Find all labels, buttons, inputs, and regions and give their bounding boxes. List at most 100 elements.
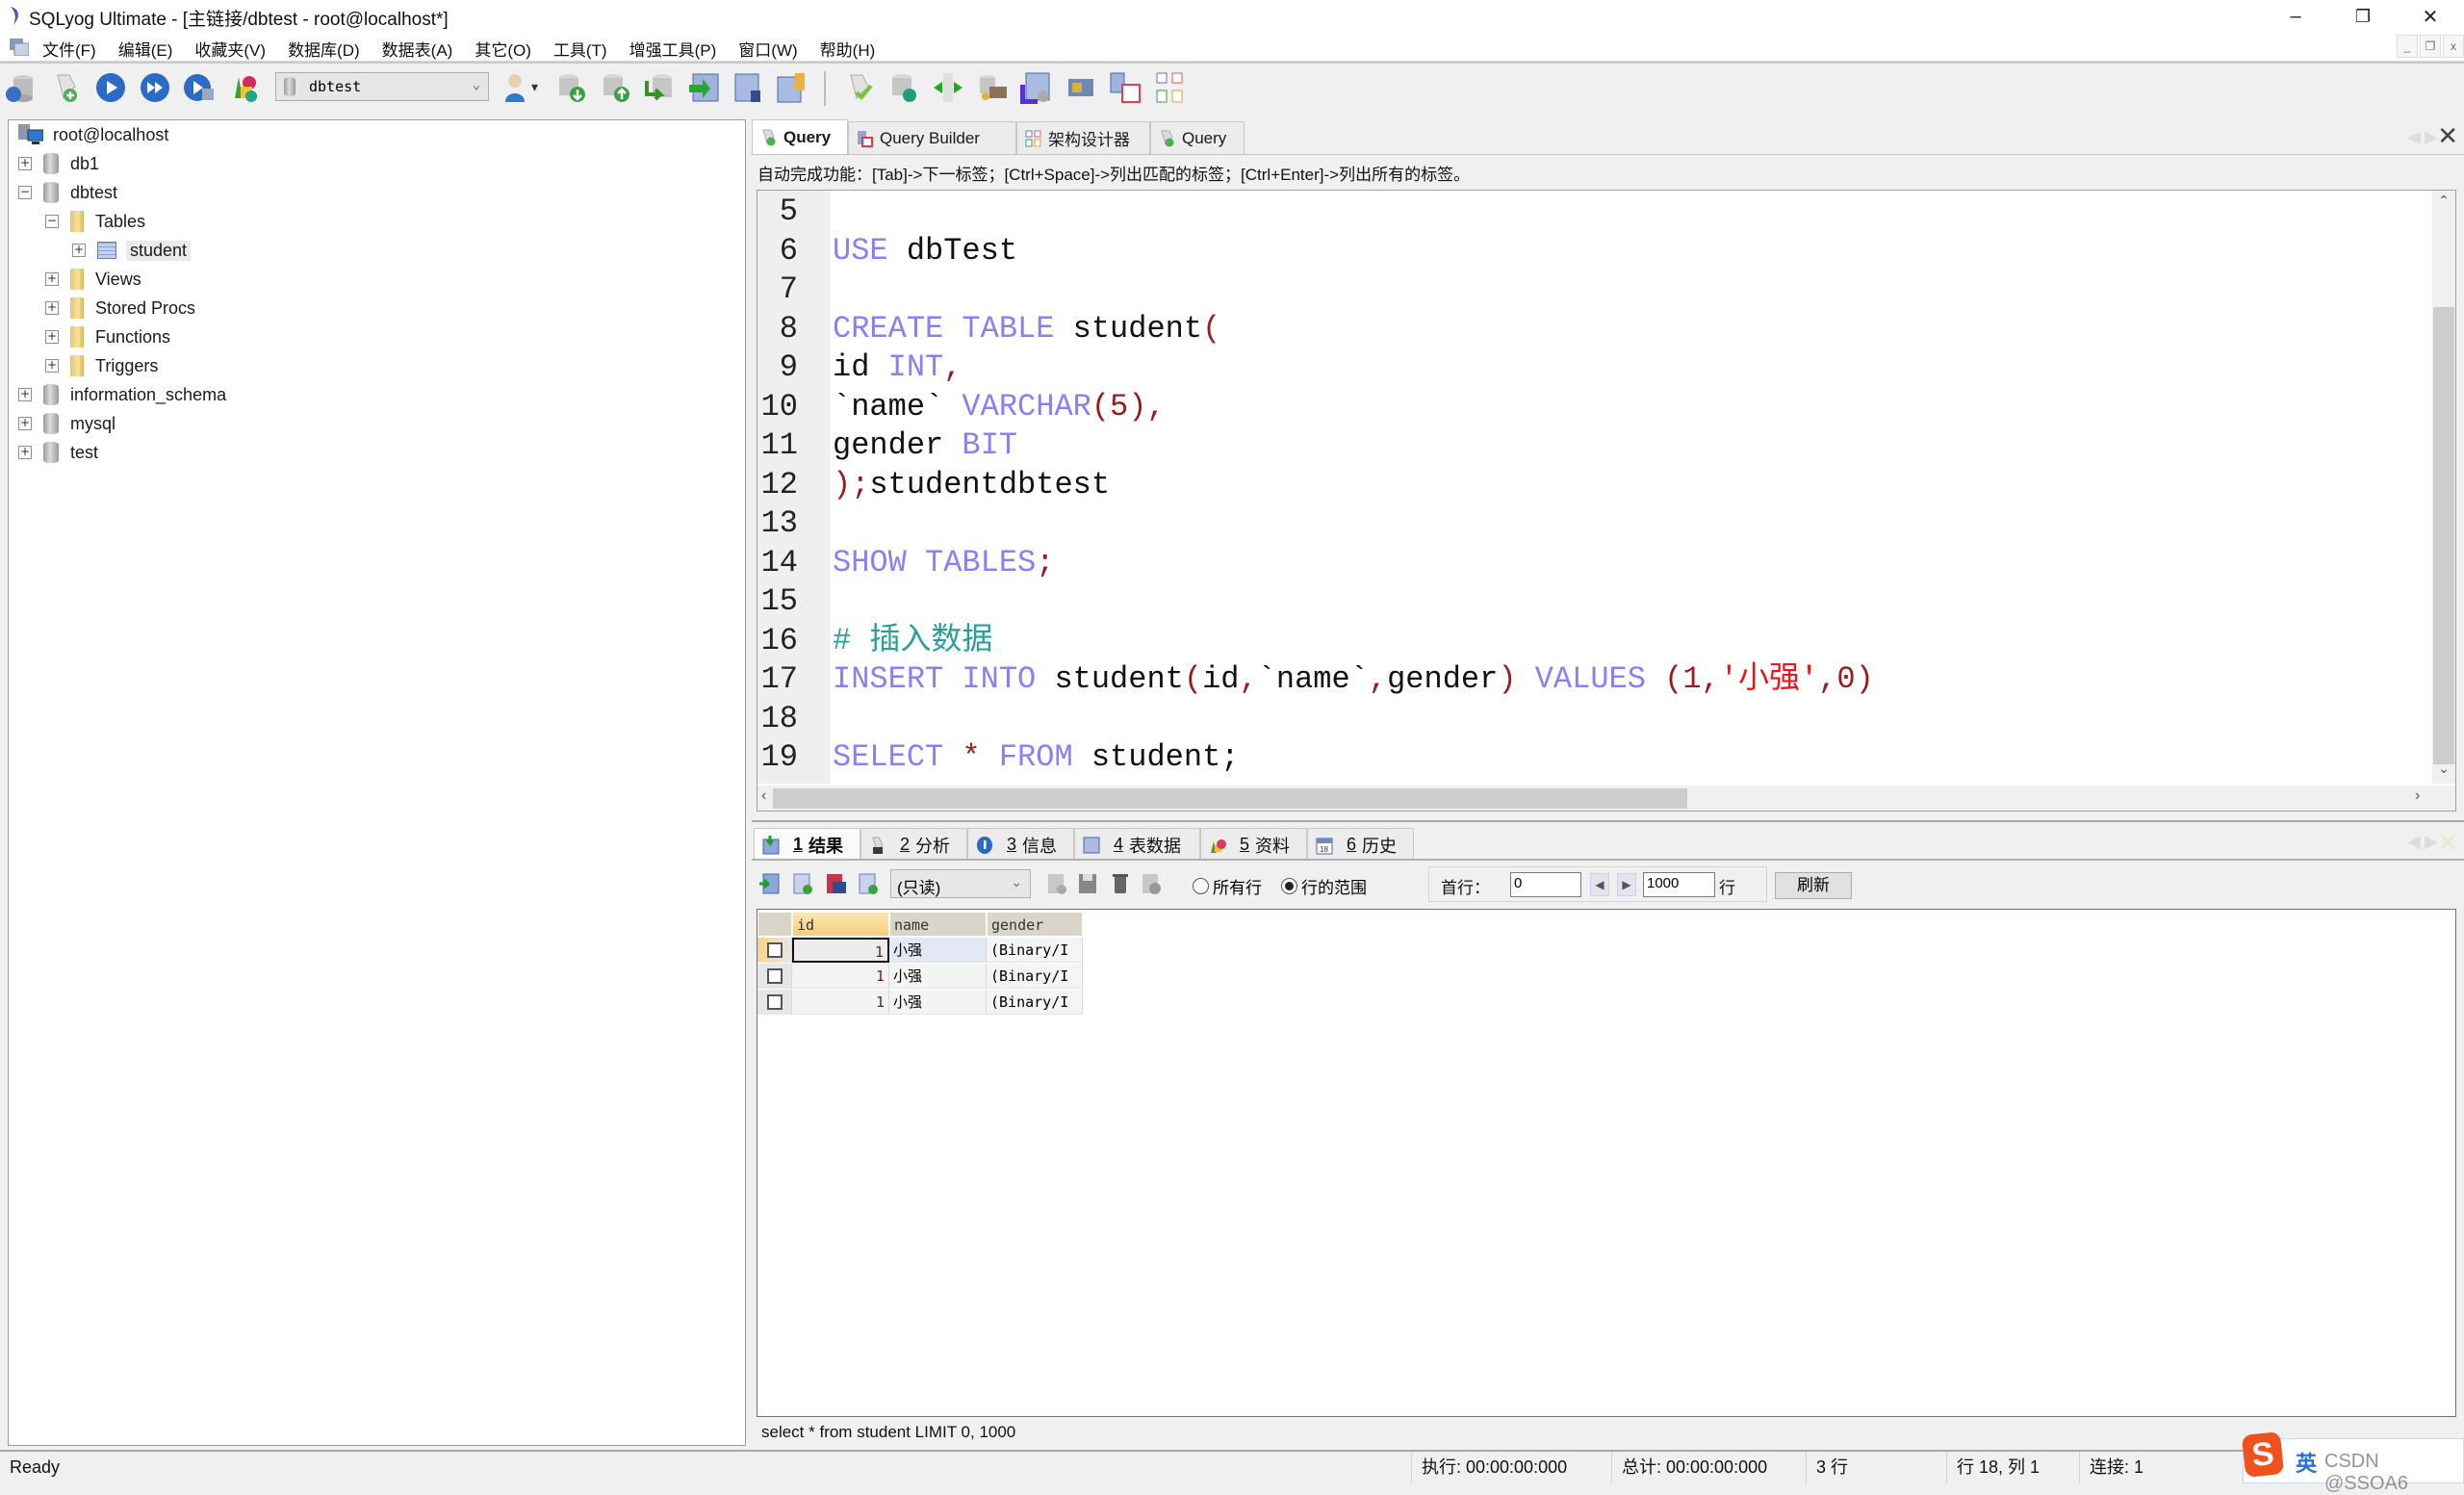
collapse-icon[interactable]: − [18,186,32,199]
tree-node-database[interactable]: + db1 [18,150,99,177]
save-changes-icon[interactable] [1077,872,1098,895]
tree-node-database[interactable]: + test [18,439,98,466]
tree-node-folder[interactable]: + Triggers [45,352,158,379]
table-data-icon[interactable] [732,71,764,104]
menu-help[interactable]: 帮助(H) [820,37,886,61]
row-selector[interactable] [757,938,792,963]
cell-name[interactable]: 小强 [889,938,987,963]
compare-icon[interactable] [932,71,964,104]
tab-scroll-left-icon[interactable]: ◀ [2407,832,2421,852]
code-line[interactable]: 19 SELECT * FROM student; [757,738,2432,778]
radio-all-rows[interactable]: 所有行 [1193,874,1262,898]
row-count-input[interactable]: 1000 [1643,872,1715,897]
code-line[interactable]: 15 [757,582,2432,622]
tree-node-folder[interactable]: + Functions [45,323,170,350]
restore-button[interactable]: ❐ [2329,0,2397,33]
code-line[interactable]: 11 gender BIT [757,426,2432,466]
column-header-id[interactable]: id [792,912,889,937]
new-query-icon[interactable] [50,71,83,104]
cell-name[interactable]: 小强 [889,964,987,989]
row-selector[interactable] [757,964,792,989]
tab-messages[interactable]: 3 信息 [967,828,1074,861]
scrollbar-thumb[interactable] [773,788,1687,809]
cell-gender[interactable]: (Binary/I [987,964,1083,989]
copy-db-icon[interactable] [976,71,1009,104]
tab-scroll-left-icon[interactable]: ◀ [2407,127,2421,147]
code-line[interactable]: 13 [757,504,2432,544]
copy-result-icon[interactable] [792,872,813,895]
scroll-right-icon[interactable]: › [2415,787,2420,805]
tab-schema-designer[interactable]: 架构设计器 [1016,121,1150,154]
expand-icon[interactable]: + [18,446,32,459]
code-line[interactable]: 18 [757,700,2432,739]
row-checkbox[interactable] [767,994,783,1010]
cell-id[interactable]: 1 [792,990,889,1015]
sql-editor[interactable]: 5 6 USE dbTest 7 8 CREATE TABLE student(9 id I… [757,190,2456,812]
execute-edit-icon[interactable] [183,71,216,104]
cell-gender[interactable]: (Binary/I [987,990,1083,1015]
code-line[interactable]: 5 [757,193,2432,232]
scrollbar-thumb[interactable] [2433,307,2454,764]
menu-powertools[interactable]: 增强工具(P) [629,37,728,61]
database-select[interactable]: dbtest ⌄ [275,72,489,101]
code-line[interactable]: 14 SHOW TABLES; [757,544,2432,583]
cell-gender[interactable]: (Binary/I [987,938,1083,963]
tree-node-folder[interactable]: − Tables [45,208,145,235]
export-result-icon[interactable] [759,872,781,895]
radio-button[interactable] [1193,878,1209,894]
user-dropdown-caret[interactable]: ▾ [531,79,538,95]
cancel-changes-icon[interactable] [1141,872,1162,895]
code-line[interactable]: 10 `name` VARCHAR(5), [757,388,2432,427]
mdi-minimize-button[interactable]: _ [2397,35,2418,58]
scroll-left-icon[interactable]: ‹ [761,787,766,805]
scheduled-backup-icon[interactable] [1020,71,1053,104]
query-check-icon[interactable] [843,71,876,104]
tab-table-data[interactable]: 4 表数据 [1074,828,1200,861]
cell-id[interactable]: 1 [792,938,889,963]
code-line[interactable]: 8 CREATE TABLE student( [757,310,2432,349]
cell-name[interactable]: 小强 [889,990,987,1015]
execute-query-icon[interactable] [94,71,127,104]
user-manager-icon[interactable] [499,71,531,104]
tree-node-folder[interactable]: + Stored Procs [45,295,195,322]
tab-query-builder[interactable]: Query Builder [848,121,1016,154]
tab-query[interactable]: Query [752,119,848,154]
cell-id[interactable]: 1 [792,964,889,989]
tree-node-database[interactable]: + mysql [18,410,116,437]
radio-row-range[interactable]: 行的范围 [1281,874,1367,898]
code-line[interactable]: 9 id INT, [757,348,2432,388]
close-tab-icon[interactable]: ✕ [2437,121,2458,151]
expand-icon[interactable]: + [45,301,59,315]
restore-db-icon[interactable] [599,71,631,104]
import-external-icon[interactable] [687,71,720,104]
result-grid[interactable]: id name gender 1 小强 (Binary/I 1 小强 (Binary/I 1… [757,909,2456,1417]
tree-root-connection[interactable]: root@localhost [18,121,168,148]
refresh-result-icon[interactable] [858,872,879,895]
delete-row-icon[interactable] [1110,872,1131,895]
new-connection-icon[interactable] [4,71,37,104]
radio-button[interactable] [1281,878,1297,894]
scroll-up-icon[interactable]: ⌃ [2432,193,2455,209]
expand-icon[interactable]: + [18,388,32,401]
code-line[interactable]: 7 [757,271,2432,310]
column-header-gender[interactable]: gender [987,912,1083,937]
save-result-icon[interactable] [825,872,846,895]
ime-toolbar[interactable]: S 英 CSDN @SSOA6 [2241,1431,2464,1494]
mdi-restore-button[interactable]: ❐ [2420,35,2441,58]
tab-history[interactable]: 18 6 历史 [1307,828,1414,861]
row-checkbox[interactable] [767,942,783,958]
code-line[interactable]: 6 USE dbTest [757,232,2432,271]
expand-icon[interactable]: + [18,417,32,430]
row-checkbox[interactable] [767,968,783,984]
collapse-icon[interactable]: − [45,215,59,228]
code-line[interactable]: 16 # 插入数据 [757,622,2432,661]
code-line[interactable]: 17 INSERT INTO student(id,`name`,gender) … [757,660,2432,700]
db-sync-icon[interactable] [887,71,920,104]
sogou-ime-icon[interactable]: S [2241,1431,2285,1478]
editor-vertical-scrollbar[interactable]: ⌃ ⌄ [2432,191,2455,784]
next-page-button[interactable]: ▶ [1617,873,1636,896]
tab-scroll-right-icon[interactable]: ▶ [2425,832,2438,852]
tab-query-2[interactable]: Query [1150,121,1245,154]
menu-database[interactable]: 数据库(D) [288,37,371,61]
tree-node-table[interactable]: + student [72,237,192,264]
